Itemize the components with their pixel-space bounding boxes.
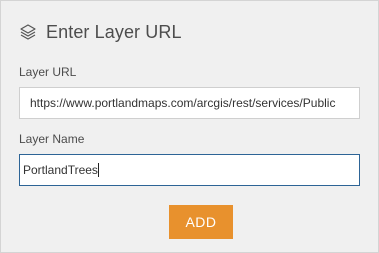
layer-name-input[interactable]: PortlandTrees [19,154,360,186]
layer-name-value: PortlandTrees [23,163,98,177]
add-layer-panel: Enter Layer URL Layer URL https://www.po… [0,0,379,253]
panel-title: Enter Layer URL [46,21,182,42]
add-button[interactable]: ADD [169,205,233,239]
text-cursor [97,162,99,177]
layer-name-label: Layer Name [19,132,85,146]
layer-url-input[interactable]: https://www.portlandmaps.com/arcgis/rest… [19,87,360,119]
layer-url-label: Layer URL [19,65,77,79]
layer-url-value: https://www.portlandmaps.com/arcgis/rest… [30,96,336,110]
panel-header: Enter Layer URL [19,19,182,45]
layers-icon [19,23,37,41]
